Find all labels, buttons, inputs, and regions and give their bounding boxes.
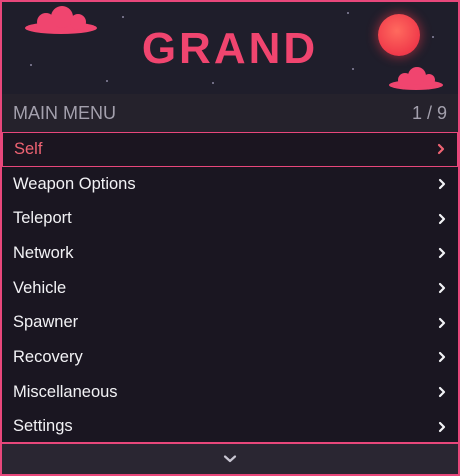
menu-header: MAIN MENU 1 / 9 — [2, 94, 458, 132]
menu-banner: GRAND — [2, 2, 458, 94]
chevron-right-icon — [438, 282, 446, 294]
menu-item-label: Settings — [13, 417, 73, 436]
menu-item-label: Self — [14, 139, 43, 158]
chevron-right-icon — [438, 317, 446, 328]
main-menu: GRAND MAIN MENU 1 / 9 Self Weapon Option… — [0, 0, 460, 476]
menu-item-weapon-options[interactable]: Weapon Options — [2, 167, 458, 202]
menu-item-label: Weapon Options — [13, 174, 136, 193]
chevron-right-icon — [438, 248, 446, 259]
chevron-down-icon[interactable] — [222, 454, 238, 464]
menu-item-network[interactable]: Network — [2, 236, 458, 271]
menu-item-teleport[interactable]: Teleport — [2, 201, 458, 236]
chevron-right-icon — [438, 421, 446, 432]
menu-item-label: Recovery — [13, 347, 83, 366]
menu-item-label: Spawner — [13, 313, 79, 332]
menu-item-label: Vehicle — [13, 278, 67, 297]
chevron-right-icon — [438, 387, 446, 398]
menu-item-recovery[interactable]: Recovery — [2, 340, 458, 375]
scroll-down-footer[interactable] — [2, 442, 458, 474]
menu-item-spawner[interactable]: Spawner — [2, 305, 458, 340]
star — [122, 16, 124, 18]
menu-item-label: Teleport — [13, 209, 72, 228]
menu-item-label: Miscellaneous — [13, 382, 118, 401]
menu-title: MAIN MENU — [13, 102, 116, 123]
star — [212, 82, 214, 84]
menu-item-label: Network — [13, 243, 74, 262]
menu-item-miscellaneous[interactable]: Miscellaneous — [2, 375, 458, 410]
chevron-right-icon — [438, 178, 446, 190]
menu-item-self[interactable]: Self — [2, 132, 458, 167]
star — [347, 12, 349, 14]
menu-item-vehicle[interactable]: Vehicle — [2, 271, 458, 306]
menu-item-settings[interactable]: Settings — [2, 410, 458, 445]
star — [106, 80, 108, 82]
chevron-right-icon — [438, 213, 446, 224]
banner-title: GRAND — [141, 24, 319, 73]
page-indicator: 1 / 9 — [411, 102, 447, 123]
chevron-right-icon — [437, 144, 445, 155]
chevron-right-icon — [438, 352, 446, 363]
menu-items: Self Weapon Options Teleport Network Veh… — [2, 132, 458, 444]
